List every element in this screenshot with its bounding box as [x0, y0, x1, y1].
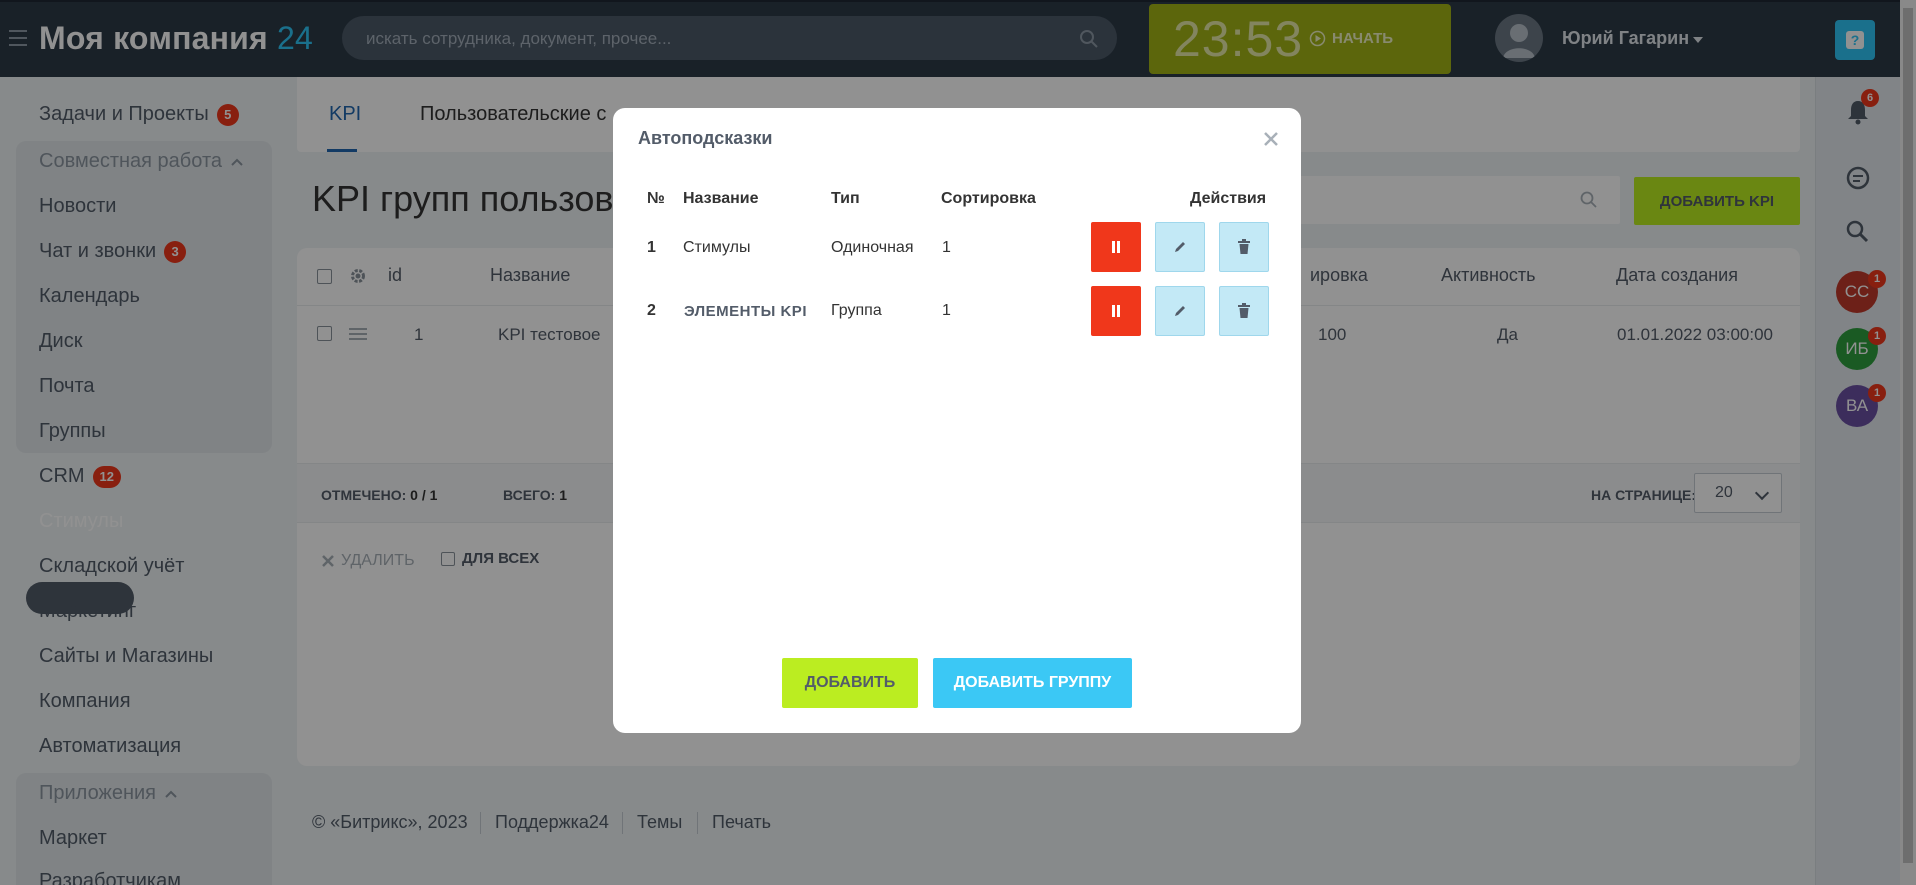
- row-sort: 1: [942, 239, 951, 256]
- delete-button[interactable]: [1219, 286, 1269, 336]
- row-num: 2: [647, 302, 656, 319]
- col-name: Название: [683, 190, 759, 207]
- pause-icon: [1112, 241, 1120, 253]
- pencil-icon: [1175, 242, 1185, 252]
- edit-button[interactable]: [1155, 222, 1205, 272]
- col-sort: Сортировка: [941, 190, 1036, 207]
- add-button[interactable]: ДОБАВИТЬ: [782, 658, 918, 708]
- row-type: Группа: [831, 302, 882, 319]
- row-num: 1: [647, 239, 656, 256]
- pause-icon: [1112, 305, 1120, 317]
- pause-button[interactable]: [1091, 222, 1141, 272]
- row-name: ЭЛЕМЕНТЫ KPI: [684, 303, 807, 320]
- pause-button[interactable]: [1091, 286, 1141, 336]
- col-actions: Действия: [1190, 190, 1267, 207]
- autohints-modal: Автоподсказки № Название Тип Сортировка …: [613, 108, 1301, 733]
- add-group-button[interactable]: ДОБАВИТЬ ГРУППУ: [933, 658, 1132, 708]
- col-num: №: [647, 190, 665, 207]
- pencil-icon: [1175, 306, 1185, 316]
- col-type: Тип: [831, 190, 860, 207]
- row-sort: 1: [942, 302, 951, 319]
- trash-icon: [1238, 239, 1250, 254]
- modal-title: Автоподсказки: [638, 128, 773, 148]
- row-type: Одиночная: [831, 239, 914, 256]
- close-icon[interactable]: [1260, 128, 1282, 150]
- trash-icon: [1238, 303, 1250, 318]
- delete-button[interactable]: [1219, 222, 1269, 272]
- edit-button[interactable]: [1155, 286, 1205, 336]
- row-name: Стимулы: [683, 239, 751, 256]
